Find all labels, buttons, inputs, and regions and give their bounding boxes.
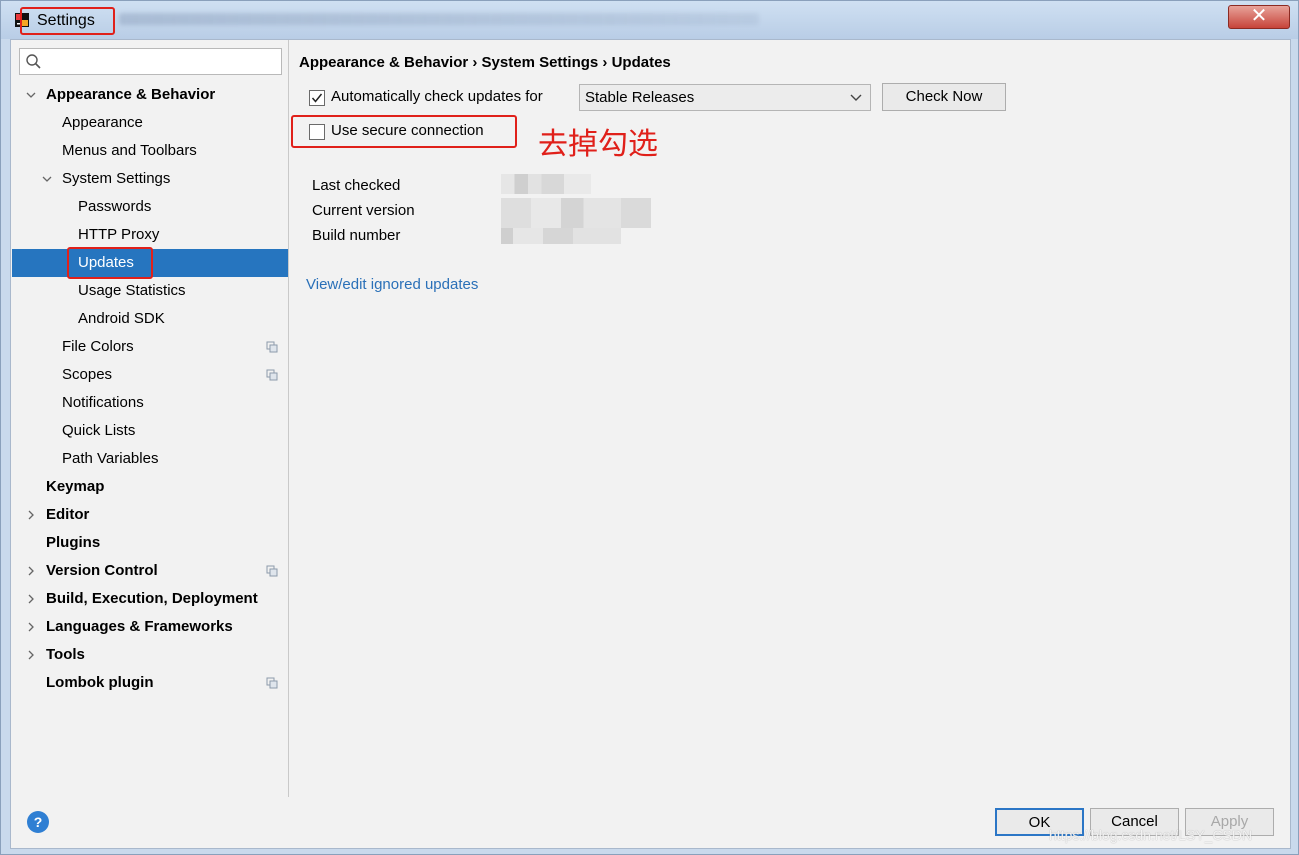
project-level-icon [266, 565, 278, 577]
project-level-icon [266, 677, 278, 689]
title-bar: Settings ✕ [1, 1, 1298, 39]
sidebar-item-label: File Colors [62, 338, 134, 355]
sidebar-item-label: HTTP Proxy [78, 226, 160, 243]
title-highlight-box [20, 7, 115, 35]
auto-check-label[interactable]: Automatically check updates for [331, 88, 543, 105]
chevron-down-icon[interactable] [42, 174, 52, 184]
sidebar-item[interactable]: Path Variables [12, 445, 288, 473]
sidebar-item[interactable]: Scopes [12, 361, 288, 389]
chevron-right-icon[interactable] [26, 510, 36, 520]
sidebar-item[interactable]: Quick Lists [12, 417, 288, 445]
chevron-down-icon [850, 94, 862, 101]
watermark: https://blog.csdn.net/LSY_CSDN [1049, 827, 1253, 843]
sidebar-item-label: Lombok plugin [46, 674, 154, 691]
settings-window: Settings ✕ Appearance & Behavior Appearan… [0, 0, 1299, 855]
sidebar-item[interactable]: Keymap [12, 473, 288, 501]
sidebar-item-label: Appearance [62, 114, 143, 131]
sidebar-item[interactable]: HTTP Proxy [12, 221, 288, 249]
chevron-right-icon[interactable] [26, 566, 36, 576]
sidebar-item[interactable]: Usage Statistics [12, 277, 288, 305]
sidebar-item[interactable]: File Colors [12, 333, 288, 361]
check-now-button[interactable]: Check Now [882, 83, 1006, 111]
sidebar-item-label: Plugins [46, 534, 101, 551]
help-button[interactable]: ? [27, 811, 49, 833]
sidebar-item-label: Android SDK [78, 310, 165, 327]
sidebar-item-label: Build, Execution, Deployment [46, 590, 258, 607]
updates-highlight-box [67, 247, 153, 279]
breadcrumb: Appearance & Behavior › System Settings … [299, 54, 671, 71]
sidebar-item-label: Languages & Frameworks [46, 618, 233, 635]
close-button[interactable]: ✕ [1228, 5, 1290, 29]
sidebar-item[interactable]: Passwords [12, 193, 288, 221]
update-channel-select[interactable]: Stable Releases [579, 84, 871, 111]
sidebar-item-label: Editor [46, 506, 90, 523]
checkmark-icon [311, 93, 323, 103]
sidebar-item[interactable]: Languages & Frameworks [12, 613, 288, 641]
sidebar-item-label: System Settings [62, 170, 171, 187]
build-number-label: Build number [312, 227, 401, 244]
sidebar-item-label: Usage Statistics [78, 282, 186, 299]
search-icon [26, 54, 41, 69]
blurred-window-path [119, 13, 759, 25]
sidebar-item-label: Scopes [62, 366, 113, 383]
auto-check-checkbox[interactable] [309, 90, 325, 106]
sidebar-item[interactable]: Menus and Toolbars [12, 137, 288, 165]
sidebar-item-label: Quick Lists [62, 422, 136, 439]
sidebar-item[interactable]: Tools [12, 641, 288, 669]
update-channel-value: Stable Releases [585, 89, 695, 106]
sidebar-item[interactable]: System Settings [12, 165, 288, 193]
project-level-icon [266, 369, 278, 381]
sidebar-item[interactable]: Plugins [12, 529, 288, 557]
sidebar-item[interactable]: Notifications [12, 389, 288, 417]
sidebar-item-label: Path Variables [62, 450, 159, 467]
sidebar-item[interactable]: Editor [12, 501, 288, 529]
view-ignored-updates-link[interactable]: View/edit ignored updates [306, 276, 478, 293]
last-checked-label: Last checked [312, 177, 401, 194]
search-input[interactable] [19, 48, 282, 75]
current-version-value-redacted [501, 198, 651, 228]
secure-connection-highlight-box [291, 115, 517, 148]
last-checked-value-redacted [501, 174, 591, 194]
sidebar-item[interactable]: Android SDK [12, 305, 288, 333]
sidebar-item[interactable]: Appearance [12, 109, 288, 137]
chevron-right-icon[interactable] [26, 594, 36, 604]
sidebar-item[interactable]: Version Control [12, 557, 288, 585]
sidebar-item-label: Notifications [62, 394, 144, 411]
current-version-label: Current version [312, 202, 415, 219]
settings-sidebar: Appearance & Behavior Appearance Menus and… [12, 40, 289, 797]
sidebar-item[interactable]: Build, Execution, Deployment [12, 585, 288, 613]
sidebar-item-label: Appearance & Behavior [46, 86, 216, 103]
chevron-down-icon[interactable] [26, 90, 36, 100]
sidebar-item-label: Keymap [46, 478, 105, 495]
project-level-icon [266, 341, 278, 353]
sidebar-item-label: Tools [46, 646, 85, 663]
sidebar-item[interactable]: Lombok plugin [12, 669, 288, 697]
sidebar-item-label: Passwords [78, 198, 152, 215]
build-number-value-redacted [501, 228, 621, 244]
sidebar-item[interactable]: Appearance & Behavior [12, 81, 288, 109]
sidebar-item-label: Version Control [46, 562, 158, 579]
chevron-right-icon[interactable] [26, 622, 36, 632]
sidebar-item-label: Menus and Toolbars [62, 142, 197, 159]
uncheck-annotation: 去掉勾选 [538, 128, 658, 161]
chevron-right-icon[interactable] [26, 650, 36, 660]
updates-panel: Appearance & Behavior › System Settings … [290, 40, 1290, 797]
